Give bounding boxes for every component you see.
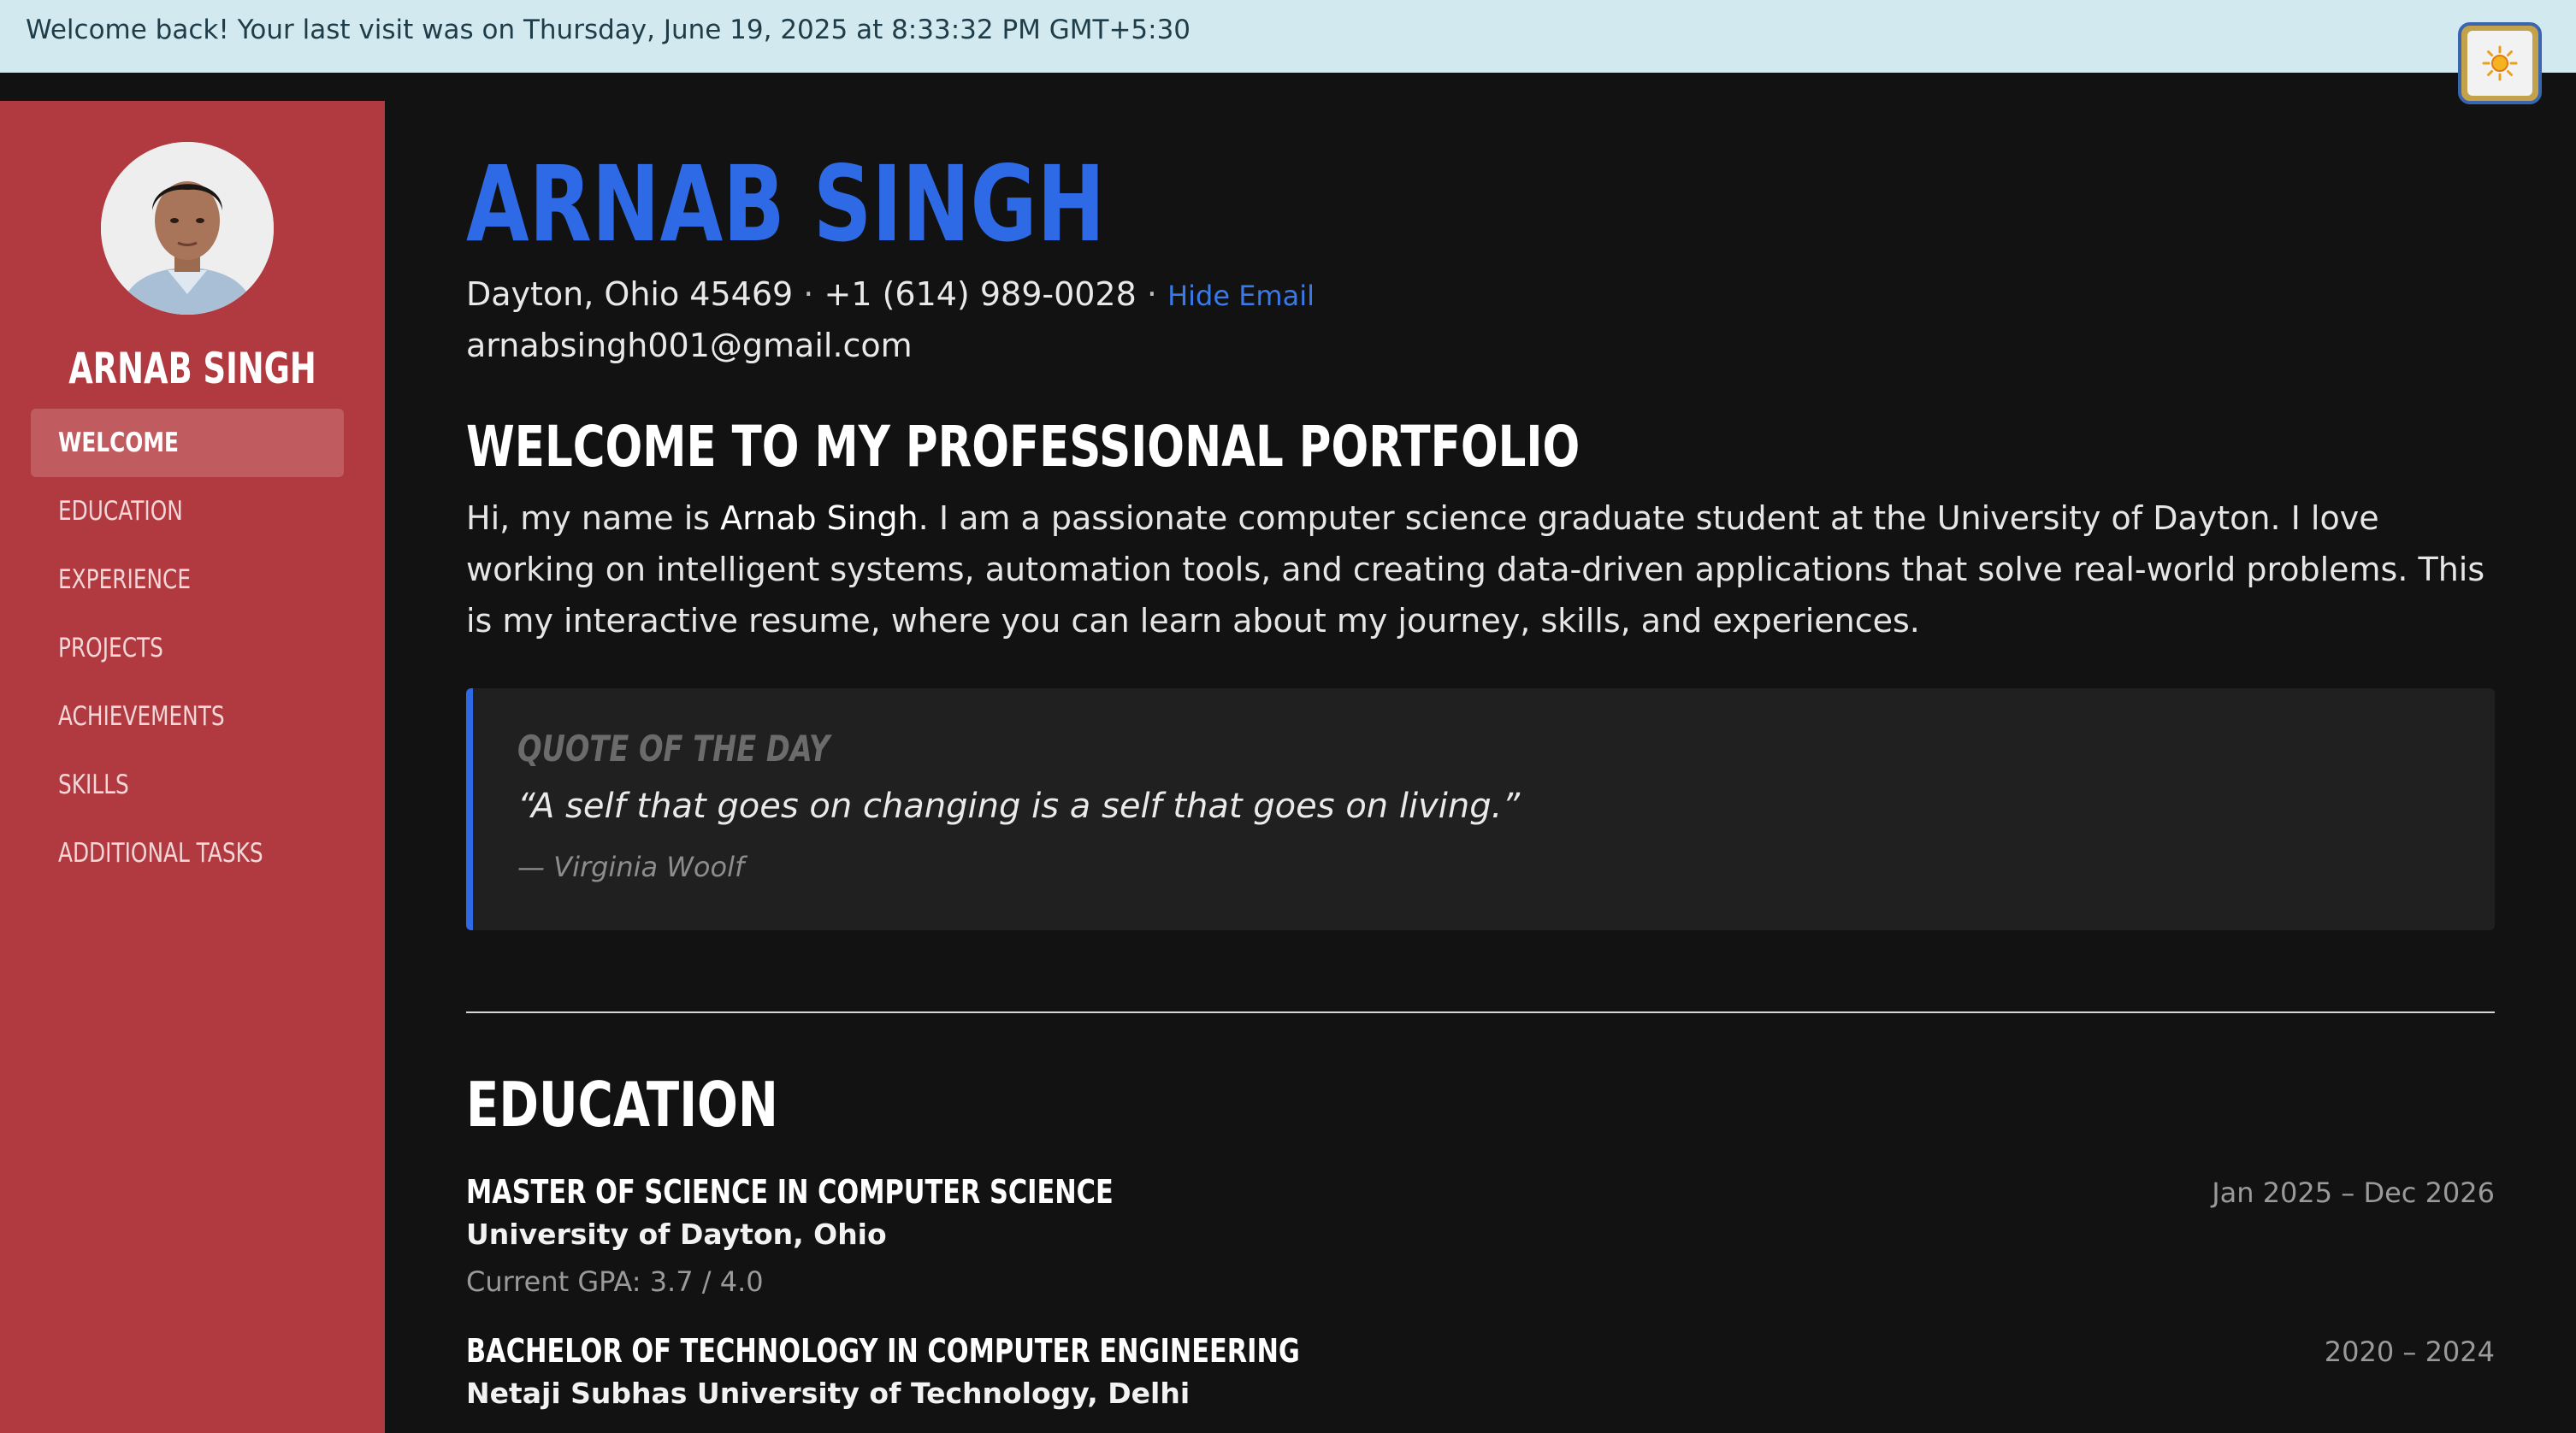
sidebar-item-label: Education bbox=[58, 496, 183, 527]
education-item: Bachelor of Technology in Computer Engin… bbox=[466, 1332, 2495, 1433]
avatar bbox=[101, 142, 274, 315]
education-item: Master of Science in Computer Science Ja… bbox=[466, 1173, 2495, 1310]
sidebar-item-achievements[interactable]: Achievements bbox=[31, 682, 344, 751]
sidebar-item-projects[interactable]: Projects bbox=[31, 614, 344, 682]
sidebar-item-experience[interactable]: Experience bbox=[31, 545, 344, 614]
degree-title: Bachelor of Technology in Computer Engin… bbox=[466, 1332, 1300, 1370]
quote-card: Quote of the Day “A self that goes on ch… bbox=[466, 688, 2495, 930]
sidebar: ARNAB SINGH Welcome Education Experience… bbox=[0, 101, 385, 1433]
section-divider bbox=[466, 1011, 2495, 1013]
theme-toggle-button[interactable] bbox=[2458, 22, 2542, 104]
sidebar-item-education[interactable]: Education bbox=[31, 477, 344, 545]
quote-label: Quote of the Day bbox=[517, 728, 830, 770]
degree-title: Master of Science in Computer Science bbox=[466, 1173, 1114, 1211]
page-title: ARNAB SINGH bbox=[466, 144, 1106, 265]
email-text[interactable]: arnabsingh001@gmail.com bbox=[466, 327, 913, 364]
sun-icon bbox=[2482, 45, 2518, 81]
degree-dates: Jan 2025 – Dec 2026 bbox=[2212, 1176, 2495, 1209]
sidebar-item-label: Skills bbox=[58, 770, 129, 800]
last-visit-text: Welcome back! Your last visit was on Thu… bbox=[26, 15, 1191, 45]
sidebar-item-additional-tasks[interactable]: Additional Tasks bbox=[31, 819, 344, 888]
quote-author: — Virginia Woolf bbox=[517, 851, 745, 883]
separator: · bbox=[1146, 275, 1157, 313]
quote-text: “A self that goes on changing is a self … bbox=[517, 787, 1521, 826]
school-name: University of Dayton, Ohio bbox=[466, 1218, 887, 1251]
contact-line: Dayton, Ohio 45469 · +1 (614) 989-0028 ·… bbox=[466, 275, 1315, 313]
intro-paragraph: Hi, my name is Arnab Singh. I am a passi… bbox=[466, 492, 2495, 646]
sidebar-item-welcome[interactable]: Welcome bbox=[31, 409, 344, 477]
sidebar-item-label: Achievements bbox=[58, 701, 225, 732]
sidebar-name: ARNAB SINGH bbox=[68, 344, 316, 393]
sidebar-item-label: Additional Tasks bbox=[58, 838, 263, 869]
phone-text[interactable]: +1 (614) 989-0028 bbox=[824, 275, 1136, 313]
welcome-heading: WELCOME TO MY PROFESSIONAL PORTFOLIO bbox=[466, 414, 1580, 480]
sidebar-item-label: Experience bbox=[58, 564, 192, 595]
intro-name: Arnab Singh bbox=[720, 499, 919, 537]
hide-email-link[interactable]: Hide Email bbox=[1167, 280, 1315, 312]
sidebar-item-label: Projects bbox=[58, 633, 163, 663]
sidebar-item-label: Welcome bbox=[58, 428, 180, 458]
welcome-banner: Welcome back! Your last visit was on Thu… bbox=[0, 0, 2576, 73]
sidebar-nav: Welcome Education Experience Projects Ac… bbox=[31, 409, 344, 888]
sidebar-item-skills[interactable]: Skills bbox=[31, 751, 344, 819]
education-heading: EDUCATION bbox=[466, 1069, 778, 1141]
gpa-text: Current GPA: 3.7 / 4.0 bbox=[466, 1265, 764, 1298]
intro-prefix: Hi, my name is bbox=[466, 499, 721, 537]
school-name: Netaji Subhas University of Technology, … bbox=[466, 1377, 1191, 1410]
separator: · bbox=[803, 275, 814, 313]
degree-dates: 2020 – 2024 bbox=[2324, 1336, 2495, 1368]
location-text: Dayton, Ohio 45469 bbox=[466, 275, 794, 313]
